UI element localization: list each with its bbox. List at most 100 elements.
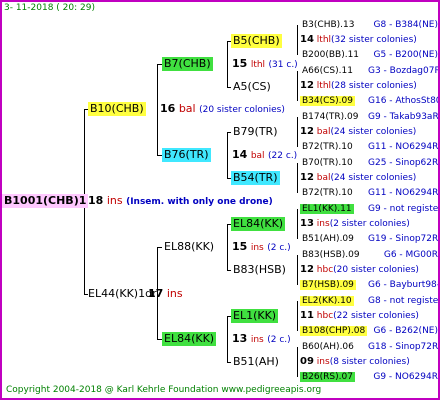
g3-queen[interactable]: B5(CHB) bbox=[231, 34, 282, 48]
g2-info: 15 ins (2 c.) bbox=[232, 240, 291, 255]
connector bbox=[227, 316, 228, 362]
g2-note: (2 c.) bbox=[267, 243, 291, 253]
g2-queen[interactable]: B7(CHB) bbox=[162, 57, 213, 71]
g2-note: (22 c.) bbox=[268, 151, 298, 161]
root-info: 18 ins (Insem. with only one drone) bbox=[88, 194, 273, 209]
ancestor-row: B200(BB).11 G5 - B200(NE) bbox=[300, 49, 438, 61]
g2-queen[interactable]: B76(TR) bbox=[162, 148, 211, 162]
ancestor-name[interactable]: B70(TR).10 bbox=[300, 158, 355, 168]
ancestor-name[interactable]: B83(HSB).09 bbox=[300, 250, 362, 260]
ancestor-ref: G16 - AthosSt80R bbox=[368, 96, 440, 106]
g3-queen[interactable]: B51(AH) bbox=[231, 355, 281, 369]
ancestor-name[interactable]: B72(TR).10 bbox=[300, 188, 355, 198]
ancestor-ref: G19 - Sinop72R bbox=[368, 234, 439, 244]
ancestor-ins: ins bbox=[316, 357, 330, 367]
g2-number: 15 bbox=[232, 240, 248, 253]
g1-number: 16 bbox=[160, 102, 176, 115]
ancestor-note: (28 sister colonies) bbox=[331, 81, 417, 91]
ancestor-name[interactable]: B34(CS).09 bbox=[300, 96, 355, 106]
ancestor-ref: G9 - not registe bbox=[368, 204, 439, 214]
ancestor-row: B83(HSB).09 G6 - MG00R bbox=[300, 249, 438, 261]
ancestor-ref: G18 - Sinop72R bbox=[368, 342, 439, 352]
ancestor-ref: G11 - NO6294R bbox=[368, 188, 439, 198]
ancestor-row: EL1(KK).11 G9 - not registe bbox=[300, 203, 438, 215]
ancestor-row: B72(TR).10 G11 - NO6294R bbox=[300, 187, 438, 199]
g2-number: 15 bbox=[232, 57, 248, 70]
connector bbox=[227, 41, 228, 87]
ancestor-ins: lthl bbox=[316, 81, 332, 91]
g1-number: 17 bbox=[148, 287, 164, 300]
connector bbox=[157, 64, 158, 156]
connector bbox=[297, 209, 298, 239]
ancestor-ref: G6 - B262(NE) bbox=[373, 326, 438, 336]
sister-colonies-row: 12 hbc(20 sister colonies) bbox=[300, 264, 419, 276]
ancestor-row: B72(TR).10 G11 - NO6294R bbox=[300, 141, 438, 153]
g2-queen[interactable]: EL84(KK) bbox=[162, 332, 217, 346]
g1-info: 16 bal (20 sister colonies) bbox=[160, 102, 285, 117]
ancestor-ref: G11 - NO6294R bbox=[368, 142, 439, 152]
ancestor-note: (32 sister colonies) bbox=[331, 35, 417, 45]
g2-ins: lthl bbox=[250, 60, 266, 70]
ancestor-note: (24 sister colonies) bbox=[330, 173, 417, 183]
connector bbox=[297, 117, 298, 147]
g1-ins: ins bbox=[166, 287, 183, 300]
g1-note: (20 sister colonies) bbox=[199, 105, 285, 115]
root-ins: ins bbox=[106, 194, 123, 207]
ancestor-name[interactable]: B26(RS).07 bbox=[300, 372, 355, 382]
ancestor-row: B7(HSB).09 G6 - Bayburt98-3 bbox=[300, 279, 438, 291]
ancestor-name[interactable]: B174(TR).09 bbox=[300, 112, 360, 122]
ancestor-ins: hbc bbox=[316, 311, 334, 321]
ancestor-name[interactable]: B108(CHP).08 bbox=[300, 326, 368, 336]
g2-number: 13 bbox=[232, 332, 248, 345]
ancestor-name[interactable]: B51(AH).09 bbox=[300, 234, 356, 244]
ancestor-note: (24 sister colonies) bbox=[330, 127, 417, 137]
ancestor-number: 11 bbox=[300, 310, 314, 321]
ancestor-row: A66(CS).11 G3 - Bozdag07R bbox=[300, 65, 438, 77]
root-queen[interactable]: B1001(CHB)1 bbox=[2, 194, 89, 208]
ancestor-row: B60(AH).06 G18 - Sinop72R bbox=[300, 341, 438, 353]
ancestor-ref: G9 - NO6294R bbox=[373, 372, 438, 382]
ancestor-number: 12 bbox=[300, 172, 314, 183]
g3-queen[interactable]: EL1(KK) bbox=[231, 309, 279, 323]
ancestor-name[interactable]: B72(TR).10 bbox=[300, 142, 355, 152]
connector bbox=[297, 301, 298, 331]
ancestor-ins: ins bbox=[316, 219, 330, 229]
ancestor-name[interactable]: EL2(KK).10 bbox=[300, 296, 354, 306]
ancestor-row: B3(CHB).13 G8 - B384(NE) bbox=[300, 19, 438, 31]
ancestor-name[interactable]: B7(HSB).09 bbox=[300, 280, 356, 290]
g2-note: (31 c.) bbox=[268, 60, 298, 70]
ancestor-number: 14 bbox=[300, 34, 314, 45]
root-number: 18 bbox=[88, 194, 104, 207]
connector bbox=[227, 224, 228, 270]
sister-colonies-row: 12 lthl(28 sister colonies) bbox=[300, 80, 417, 92]
connector bbox=[227, 132, 228, 178]
ancestor-ref: G5 - B200(NE) bbox=[373, 50, 438, 60]
ancestor-ref: G3 - Bozdag07R bbox=[368, 66, 440, 76]
g3-queen[interactable]: B83(HSB) bbox=[231, 263, 288, 277]
ancestor-ins: bal bbox=[316, 173, 331, 183]
ancestor-row: B174(TR).09 G9 - Takab93aR bbox=[300, 111, 438, 123]
ancestor-row: EL2(KK).10 G8 - not registe bbox=[300, 295, 438, 307]
ancestor-note: (20 sister colonies) bbox=[333, 265, 419, 275]
g2-queen[interactable]: EL88(KK) bbox=[162, 240, 216, 254]
connector bbox=[297, 71, 298, 101]
ancestor-name[interactable]: B60(AH).06 bbox=[300, 342, 356, 352]
ancestor-ref: G8 - B384(NE) bbox=[373, 20, 438, 30]
ancestor-number: 12 bbox=[300, 264, 314, 275]
g3-queen[interactable]: A5(CS) bbox=[231, 80, 273, 94]
ancestor-ins: lthl bbox=[316, 35, 332, 45]
g1-ins: bal bbox=[178, 102, 196, 115]
g1-queen[interactable]: B10(CHB) bbox=[88, 102, 146, 116]
ancestor-name[interactable]: B200(BB).11 bbox=[300, 50, 361, 60]
g3-queen[interactable]: B79(TR) bbox=[231, 125, 280, 139]
date-header: 3- 11-2018 ( 20: 29) bbox=[4, 3, 95, 13]
g3-queen[interactable]: B54(TR) bbox=[231, 171, 280, 185]
ancestor-name[interactable]: A66(CS).11 bbox=[300, 66, 355, 76]
ancestor-name[interactable]: B3(CHB).13 bbox=[300, 20, 356, 30]
ancestor-row: B26(RS).07 G9 - NO6294R bbox=[300, 371, 438, 383]
sister-colonies-row: 14 lthl(32 sister colonies) bbox=[300, 34, 417, 46]
connector bbox=[297, 255, 298, 285]
ancestor-name[interactable]: EL1(KK).11 bbox=[300, 204, 354, 214]
sister-colonies-row: 12 bal(24 sister colonies) bbox=[300, 126, 416, 138]
g3-queen[interactable]: EL84(KK) bbox=[231, 217, 286, 231]
